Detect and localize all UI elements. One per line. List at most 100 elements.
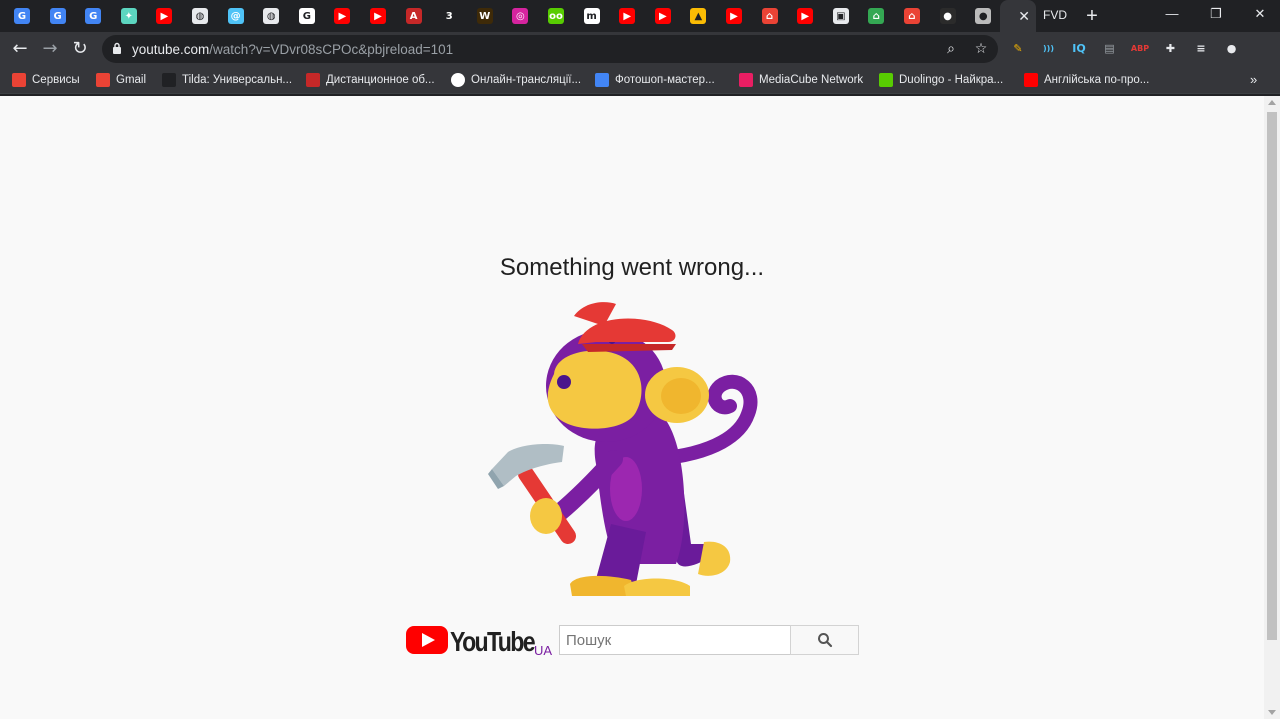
tab-m[interactable]: m — [578, 4, 606, 28]
youtube-icon — [1024, 73, 1038, 87]
globe-icon: ◍ — [192, 8, 208, 24]
reload-button[interactable]: ↻ — [68, 37, 92, 61]
google-translate-icon: G — [14, 8, 30, 24]
globe-icon: ◍ — [263, 8, 280, 24]
google-translate-icon: G — [85, 8, 102, 24]
adobe-icon — [306, 73, 320, 87]
mediacube-icon — [739, 73, 753, 87]
minimize-button[interactable]: — — [1152, 4, 1192, 24]
new-extension-icon[interactable]: ▤ — [1100, 39, 1120, 59]
tab-globe[interactable]: ◍ — [186, 4, 214, 28]
scrollbar-thumb[interactable] — [1267, 112, 1277, 640]
tab-lightbulb[interactable]: ✦ — [115, 4, 143, 28]
bookmark-star-icon[interactable]: ☆ — [972, 40, 990, 58]
tab-youtube[interactable]: ▶ — [613, 4, 641, 28]
url-text[interactable]: youtube.com/watch?v=VDvr08sCPOc&pbjreloa… — [132, 42, 453, 57]
address-bar[interactable]: youtube.com/watch?v=VDvr08sCPOc&pbjreloa… — [102, 35, 998, 63]
close-tab-icon[interactable]: ✕ — [1018, 8, 1030, 25]
bookmark-item[interactable]: Англійська по-про... — [1024, 71, 1149, 89]
logo-region-badge: UA — [534, 643, 552, 656]
back-button[interactable]: ← — [8, 37, 32, 61]
tab-instagram[interactable]: ◎ — [506, 4, 534, 28]
tab-title[interactable]: FVD — [1043, 8, 1067, 22]
url-path: /watch?v=VDvr08sCPOc&pbjreload=101 — [209, 42, 454, 57]
bookmark-item[interactable]: Онлайн-трансляції... — [451, 71, 581, 89]
active-tab[interactable]: ✕ — [1000, 0, 1036, 32]
youtube-icon: ▶ — [334, 8, 351, 24]
bookmark-item[interactable]: Дистанционное об... — [306, 71, 435, 89]
search-icon — [817, 633, 832, 648]
puzzle-extension-icon[interactable]: ✚ — [1161, 39, 1181, 59]
media-queue-icon[interactable]: ≡ — [1191, 39, 1211, 59]
tab-google-translate[interactable]: G — [44, 4, 72, 28]
tab-youtube[interactable]: ▶ — [720, 4, 748, 28]
scroll-up-arrow[interactable] — [1268, 100, 1276, 105]
tab-google[interactable]: G — [293, 4, 321, 28]
bookmark-label: Gmail — [116, 74, 147, 86]
wifi-extension-icon[interactable]: ))) — [1039, 39, 1059, 59]
footer-row: YouTube UA — [406, 624, 866, 656]
tab-adobe[interactable]: A — [400, 4, 428, 28]
scroll-down-arrow[interactable] — [1268, 710, 1276, 715]
restore-button[interactable]: ❐ — [1196, 4, 1236, 24]
tab-home[interactable]: ⌂ — [898, 4, 926, 28]
tab-google-translate[interactable]: G — [79, 4, 107, 28]
youtube-logo[interactable]: YouTube UA — [406, 624, 556, 656]
bookmark-label: Сервисы — [32, 74, 80, 86]
tab-strip: ✕ FVD + — ❐ ✕ G G G ✦ ▶ ◍ @ ◍ G ▶ ▶ A 3 W ◎ oo m ▶ ▶ ▲ ▶ ⌂ ▶ ▣ ⌂… — [0, 0, 1280, 32]
forward-button[interactable]: → — [38, 37, 62, 61]
zoom-icon[interactable]: ⌕ — [942, 40, 960, 58]
profile-avatar-icon[interactable]: ● — [1222, 39, 1242, 59]
bookmarks-bar: » Сервисы Gmail Tilda: Универсальн... Диста… — [0, 66, 1280, 94]
bookmark-item[interactable]: Фотошоп-мастер... — [595, 71, 715, 89]
lock-icon[interactable] — [112, 42, 122, 54]
duolingo-icon: oo — [548, 8, 564, 24]
google-drive-icon: ▲ — [690, 8, 707, 24]
tab-youtube[interactable]: ▶ — [364, 4, 392, 28]
tab-youtube[interactable]: ▶ — [328, 4, 356, 28]
bookmarks-overflow-button[interactable]: » — [1250, 72, 1257, 87]
tab-w-badge[interactable]: W — [471, 4, 499, 28]
tab-duolingo[interactable]: oo — [542, 4, 570, 28]
tab-github[interactable]: ● — [969, 4, 997, 28]
tab-at[interactable]: @ — [222, 4, 250, 28]
page-scrollbar[interactable] — [1264, 96, 1280, 719]
browser-toolbar: ← → ↻ youtube.com/watch?v=VDvr08sCPOc&pb… — [0, 32, 1280, 66]
bookmark-label: MediaCube Network — [759, 74, 864, 86]
tab-home[interactable]: ⌂ — [862, 4, 890, 28]
bookmark-label: Tilda: Универсальн... — [182, 74, 293, 86]
w-badge-icon: W — [476, 8, 493, 24]
bookmark-item[interactable]: Gmail — [96, 71, 146, 89]
tab-youtube[interactable]: ▶ — [649, 4, 677, 28]
circle-icon — [451, 73, 465, 87]
tab-globe[interactable]: ◍ — [257, 4, 285, 28]
tab-google-translate[interactable]: G — [8, 4, 36, 28]
document-icon: ▣ — [832, 8, 849, 24]
tab-home[interactable]: ⌂ — [756, 4, 784, 28]
tab-youtube[interactable]: ▶ — [150, 4, 178, 28]
logo-wordmark: YouTube — [450, 626, 535, 656]
pencil-extension-icon[interactable]: ✎ — [1008, 39, 1028, 59]
close-window-button[interactable]: ✕ — [1240, 4, 1280, 24]
search-input[interactable] — [559, 625, 791, 655]
tab-number-three[interactable]: 3 — [435, 4, 463, 28]
bookmark-item[interactable]: Duolingo - Найкра... — [879, 71, 1003, 89]
tab-youtube[interactable]: ▶ — [791, 4, 819, 28]
lightbulb-icon: ✦ — [120, 8, 137, 24]
tab-document[interactable]: ▣ — [827, 4, 855, 28]
adobe-icon: A — [405, 8, 422, 24]
search-button[interactable] — [790, 625, 859, 655]
broken-monkey-illustration — [488, 302, 758, 596]
new-tab-button[interactable]: + — [1082, 4, 1102, 28]
iq-extension-icon[interactable]: IQ — [1069, 39, 1089, 59]
tab-dark-circle[interactable]: ● — [934, 4, 962, 28]
bookmark-item[interactable]: Сервисы — [12, 71, 80, 89]
abp-extension-icon[interactable]: ABP — [1130, 39, 1150, 59]
bookmark-item[interactable]: MediaCube Network — [739, 71, 863, 89]
number-three-icon: 3 — [441, 8, 458, 24]
tilda-icon — [162, 73, 176, 87]
tab-google-drive[interactable]: ▲ — [684, 4, 712, 28]
at-icon: @ — [227, 8, 244, 24]
bookmark-item[interactable]: Tilda: Универсальн... — [162, 71, 292, 89]
bookmark-label: Duolingo - Найкра... — [899, 74, 1004, 86]
